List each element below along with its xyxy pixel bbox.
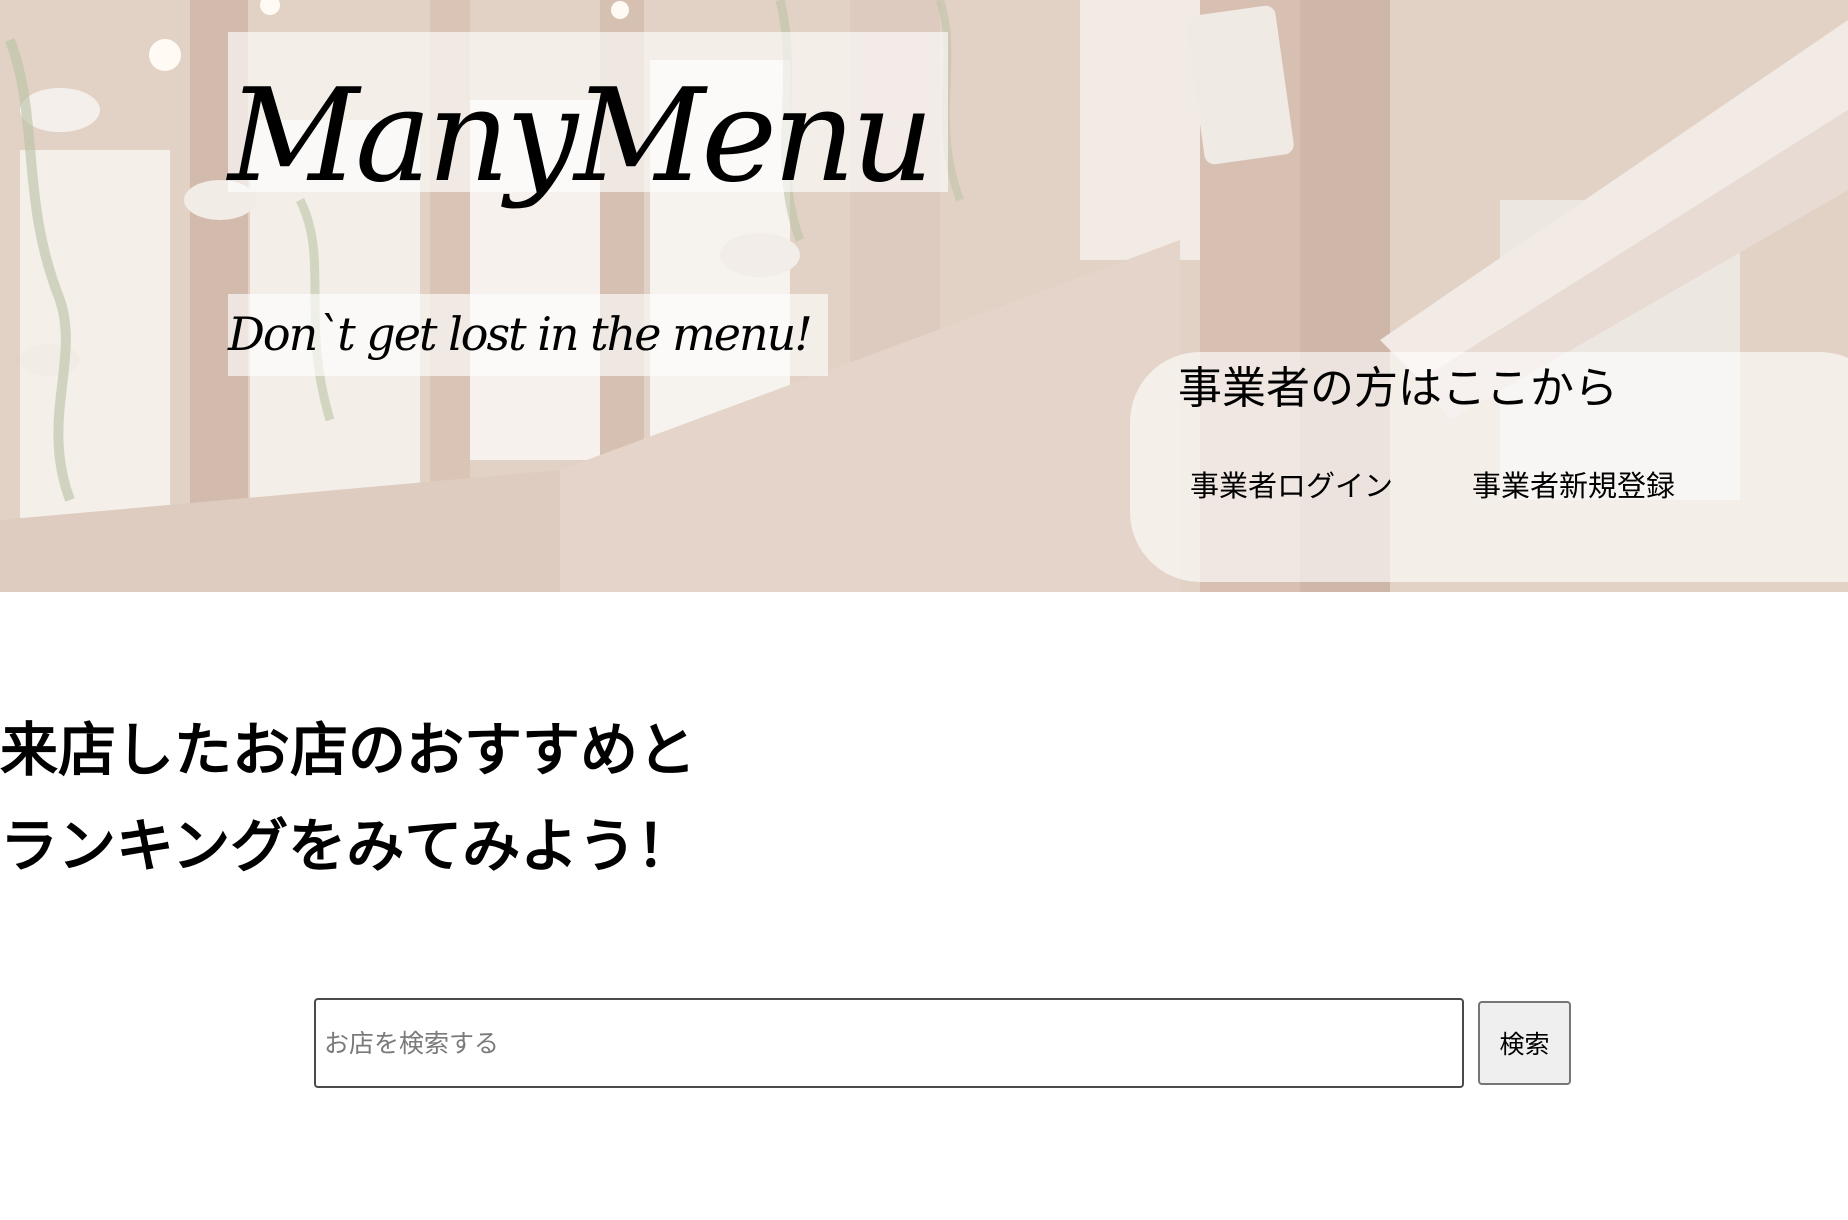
business-register-link[interactable]: 事業者新規登録 [1472, 466, 1675, 506]
shop-search-input[interactable] [314, 998, 1464, 1088]
search-button[interactable]: 検索 [1478, 1001, 1571, 1085]
intro-line-1: 来店したお店のおすすめと [0, 716, 697, 784]
business-login-link[interactable]: 事業者ログイン [1190, 466, 1393, 506]
intro-line-2: ランキングをみてみよう！ [0, 812, 695, 880]
site-logo: ManyMenu [228, 62, 934, 211]
intro-heading: 来店したお店のおすすめと ランキングをみてみよう！ [0, 702, 696, 894]
business-heading: 事業者の方はここから [1178, 363, 1618, 414]
hero-header: ManyMenu Don`t get lost in the menu! 事業者… [0, 0, 1848, 592]
tagline: Don`t get lost in the menu! [228, 307, 813, 361]
